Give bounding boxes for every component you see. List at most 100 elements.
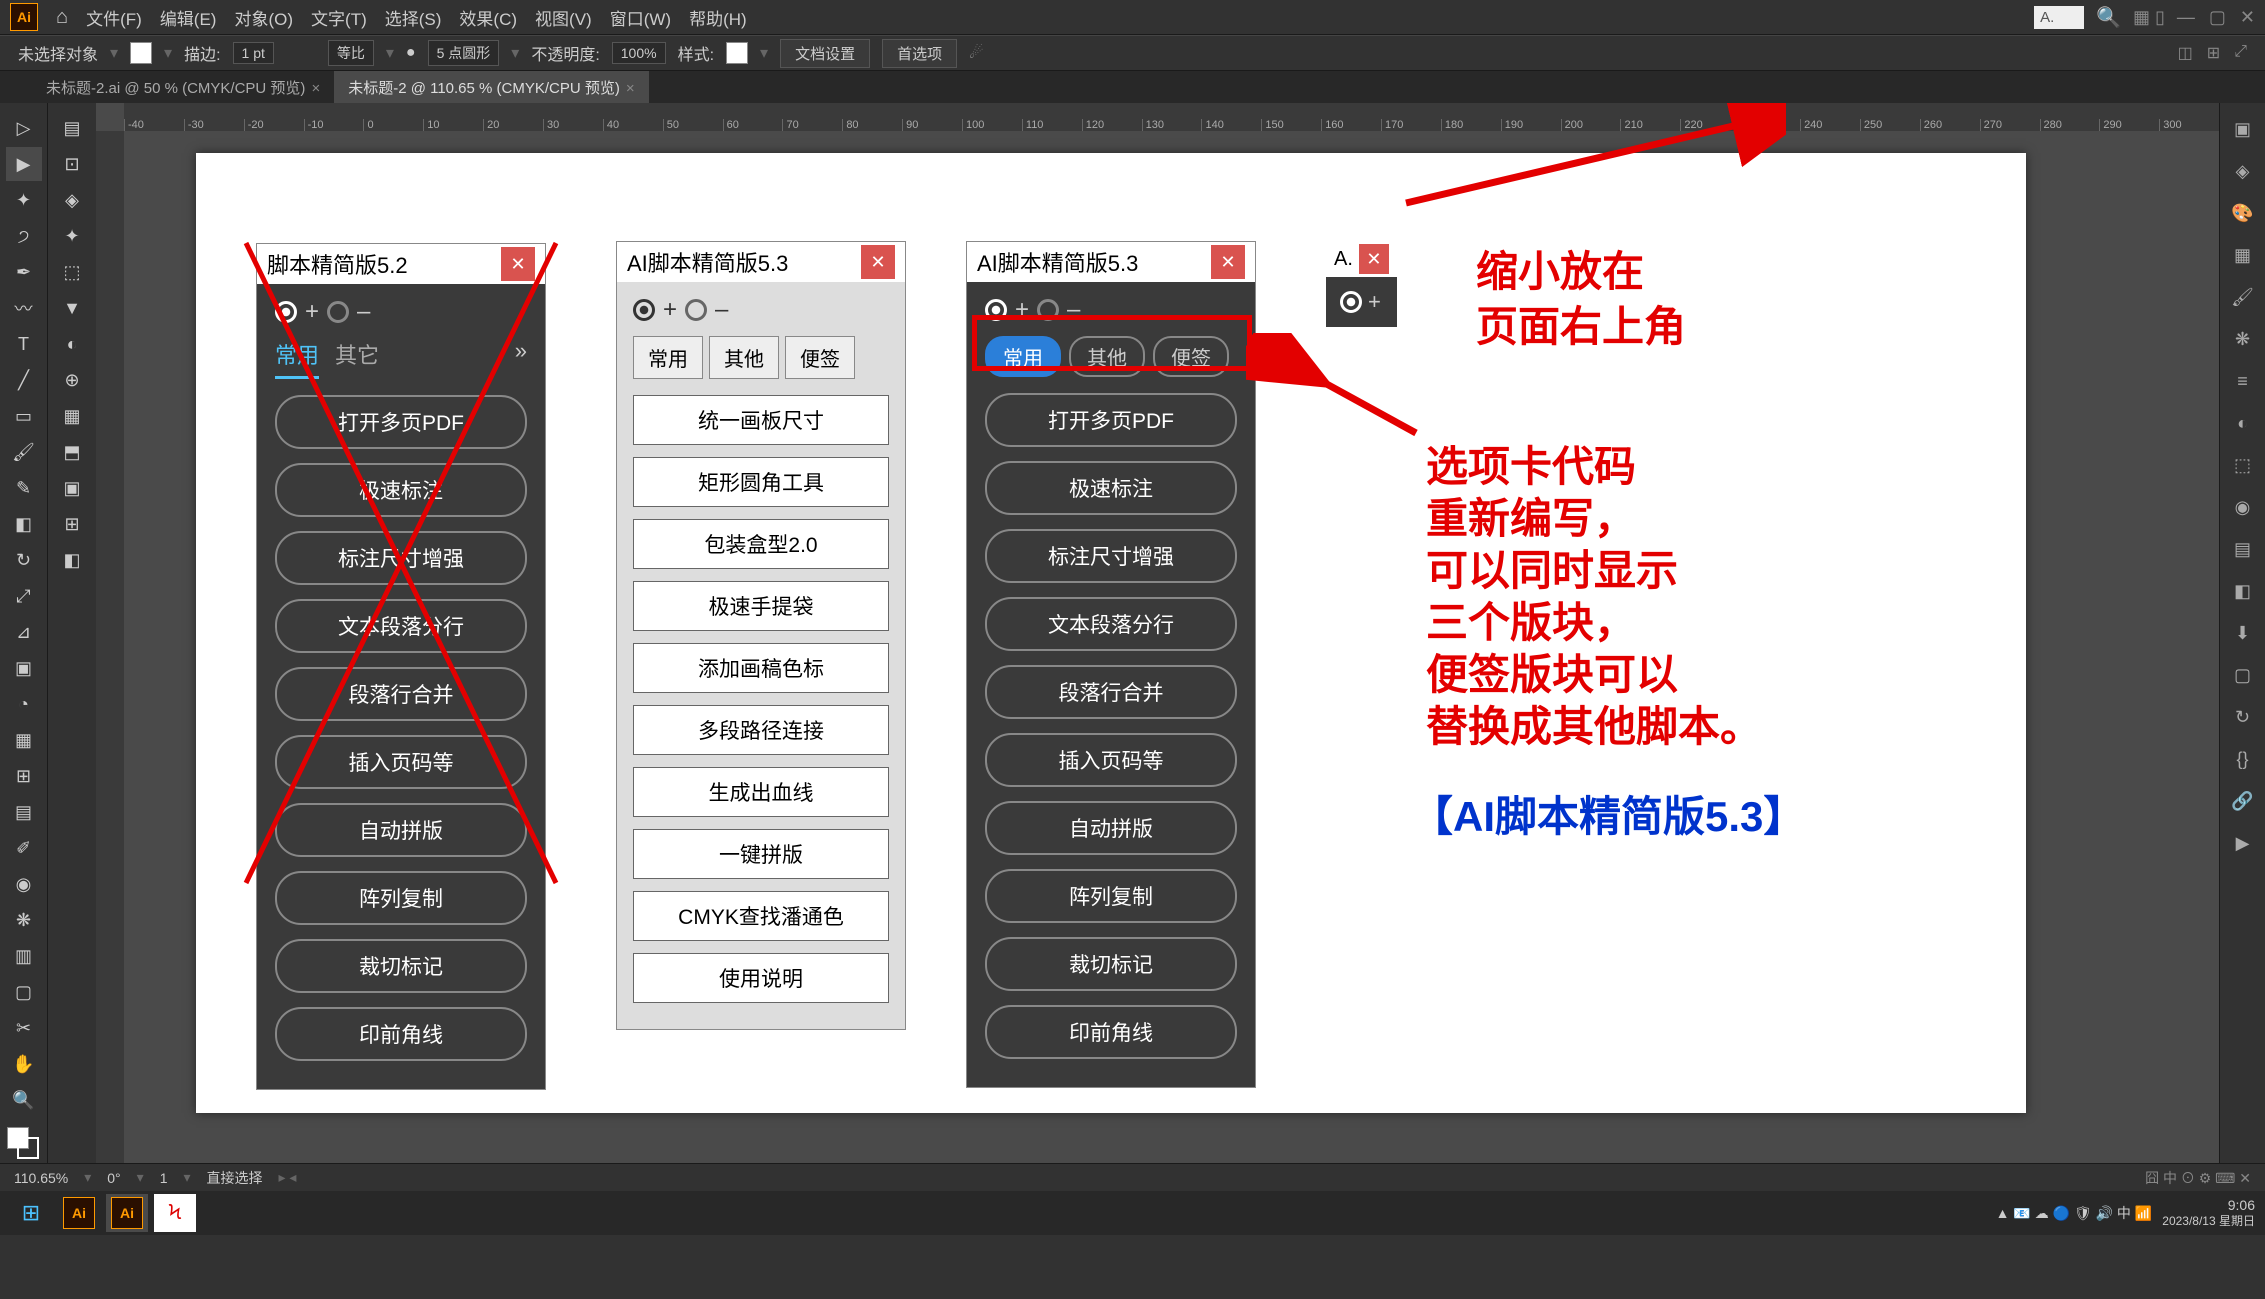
menu-help[interactable]: 帮助(H) [689,5,747,30]
width-tool[interactable]: ⊿ [6,615,42,649]
script-button[interactable]: 印前角线 [985,1005,1237,1059]
shape-builder-tool[interactable]: ◔ [6,687,42,721]
eyedropper-tool[interactable]: ✐ [6,831,42,865]
script-button[interactable]: 自动拼版 [985,801,1237,855]
plugin-tool-4[interactable]: ✦ [54,219,90,253]
artboard-tool[interactable]: ▢ [6,975,42,1009]
canvas[interactable]: -40-30-20-100102030405060708090100110120… [96,103,2219,1163]
home-icon[interactable]: ⌂ [56,6,68,29]
style-swatch[interactable] [726,42,748,64]
script-button[interactable]: 标注尺寸增强 [275,531,527,585]
fill-swatch[interactable] [130,42,152,64]
css-icon[interactable]: {} [2227,743,2259,775]
libraries-icon[interactable]: ◈ [2227,155,2259,187]
eraser-tool[interactable]: ◧ [6,507,42,541]
doc-tab-1[interactable]: 未标题-2.ai @ 50 % (CMYK/CPU 预览)× [32,71,334,104]
script-button[interactable]: 多段路径连接 [633,705,889,755]
graph-tool[interactable]: ▥ [6,939,42,973]
script-button[interactable]: 一键拼版 [633,829,889,879]
doc-tab-2[interactable]: 未标题-2 @ 110.65 % (CMYK/CPU 预览)× [334,71,648,104]
opacity-input[interactable]: 100% [612,42,666,64]
script-button[interactable]: 插入页码等 [275,735,527,789]
tray-icons[interactable]: ▲ 📧 ☁ 🔵 🛡 🔊 中 📶 [1996,1203,2153,1223]
expand-icon[interactable]: ⤢ [2234,43,2247,63]
plugin-tool-8[interactable]: ⊕ [54,363,90,397]
plugin-tool-12[interactable]: ⊞ [54,507,90,541]
plugin-tool-9[interactable]: ▦ [54,399,90,433]
appearance-icon[interactable]: ◉ [2227,491,2259,523]
script-button[interactable]: 包装盒型2.0 [633,519,889,569]
properties-icon[interactable]: ▣ [2227,113,2259,145]
arrange-icon[interactable]: ▦ ▯ [2133,7,2165,28]
rotate-angle[interactable]: 0° [107,1170,120,1186]
mesh-tool[interactable]: ⊞ [6,759,42,793]
plugin-tool-11[interactable]: ▣ [54,471,90,505]
search-input[interactable]: A. [2034,6,2084,29]
radio-on[interactable] [1340,291,1362,313]
color-icon[interactable]: 🎨 [2227,197,2259,229]
radio-off[interactable] [327,301,349,323]
doc-setup-button[interactable]: 文档设置 [780,39,870,68]
prefs-button[interactable]: 首选项 [882,39,957,68]
stroke-icon[interactable]: ≡ [2227,365,2259,397]
ime-icon[interactable]: 囧 中 ⊙ ⚙ ⌨ ✕ [2145,1168,2251,1188]
close-button[interactable]: ✕ [1359,244,1389,274]
menu-edit[interactable]: 编辑(E) [160,5,217,30]
plugin-tool-13[interactable]: ◧ [54,543,90,577]
symbol-tool[interactable]: ❋ [6,903,42,937]
script-button[interactable]: 生成出血线 [633,767,889,817]
plugin-tool-2[interactable]: ⊡ [54,147,90,181]
symbols-icon[interactable]: ❋ [2227,323,2259,355]
script-button[interactable]: 极速标注 [275,463,527,517]
script-button[interactable]: 文本段落分行 [985,597,1237,651]
direct-select-tool[interactable]: ▶ [6,147,42,181]
script-button[interactable]: 阵列复制 [275,871,527,925]
close-button[interactable]: ✕ [1211,245,1245,279]
script-button[interactable]: 打开多页PDF [275,395,527,449]
layers-icon[interactable]: ◧ [2227,575,2259,607]
script-button[interactable]: 段落行合并 [275,667,527,721]
tab-common[interactable]: 常用 [633,336,703,379]
swatches-icon[interactable]: ▦ [2227,239,2259,271]
stroke-color[interactable] [17,1137,39,1159]
hand-tool[interactable]: ✋ [6,1047,42,1081]
close-button[interactable]: ✕ [501,247,535,281]
script-button[interactable]: CMYK查找潘通色 [633,891,889,941]
zoom-level[interactable]: 110.65% [14,1170,68,1186]
brushes-icon[interactable]: 🖌 [2227,281,2259,313]
menu-effect[interactable]: 效果(C) [459,5,517,30]
links-icon[interactable]: 🔗 [2227,785,2259,817]
plugin-tool-6[interactable]: ▼ [54,291,90,325]
script-button[interactable]: 打开多页PDF [985,393,1237,447]
task-app[interactable]: Ϟ [154,1194,196,1232]
script-button[interactable]: 使用说明 [633,953,889,1003]
script-button[interactable]: 极速手提袋 [633,581,889,631]
menu-file[interactable]: 文件(F) [86,5,142,30]
script-button[interactable]: 印前角线 [275,1007,527,1061]
zoom-tool[interactable]: 🔍 [6,1083,42,1117]
brush-tool[interactable]: 🖌 [6,435,42,469]
script-button[interactable]: 统一画板尺寸 [633,395,889,445]
wand-tool[interactable]: ✦ [6,183,42,217]
asset-export-icon[interactable]: ⬇ [2227,617,2259,649]
uniform-select[interactable]: 等比 [328,40,374,66]
menu-view[interactable]: 视图(V) [535,5,592,30]
type-tool[interactable]: T [6,327,42,361]
menu-window[interactable]: 窗口(W) [610,5,671,30]
curvature-tool[interactable]: 〰 [6,291,42,325]
plugin-tool-7[interactable]: ◐ [54,327,90,361]
tab-close-icon[interactable]: × [311,80,320,97]
script-button[interactable]: 裁切标记 [985,937,1237,991]
plugin-tool-3[interactable]: ◈ [54,183,90,217]
rect-tool[interactable]: ▭ [6,399,42,433]
lasso-tool[interactable]: ੭ [6,219,42,253]
close-button[interactable]: ✕ [861,245,895,279]
close-icon[interactable]: ✕ [2240,7,2255,28]
reflow-icon[interactable]: ↻ [2227,701,2259,733]
pin-icon[interactable]: ☄ [969,43,983,63]
radio-on[interactable] [275,301,297,323]
tab-notes[interactable]: 便签 [785,336,855,379]
minimize-icon[interactable]: — [2177,7,2195,28]
radio-on[interactable] [633,299,655,321]
plugin-tool-1[interactable]: ▤ [54,111,90,145]
